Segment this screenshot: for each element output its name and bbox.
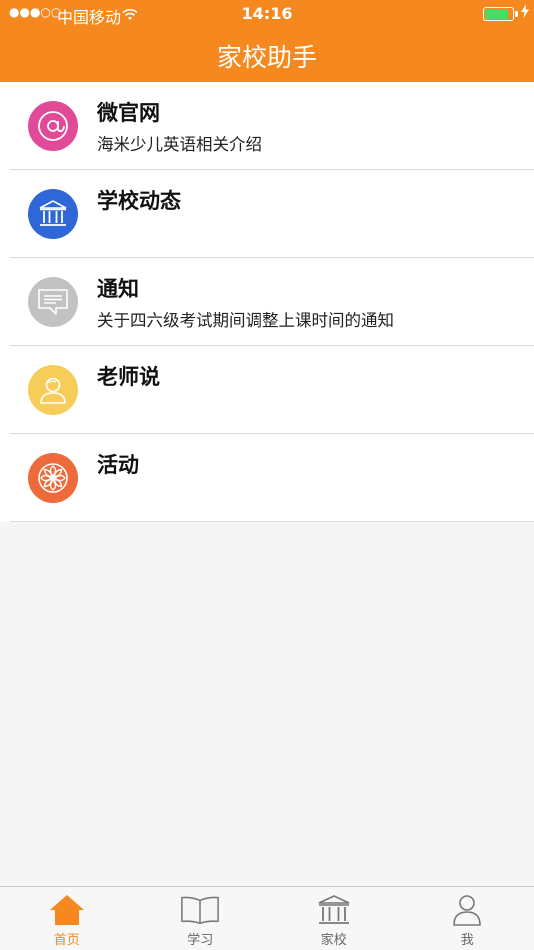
item-subtitle: 海米少儿英语相关介绍 bbox=[97, 135, 262, 154]
charging-icon bbox=[521, 4, 529, 22]
school-icon bbox=[314, 893, 354, 927]
item-title: 微官网 bbox=[97, 101, 160, 125]
status-time: 14:16 bbox=[241, 4, 293, 23]
list-item-school-news[interactable]: 学校动态 bbox=[0, 170, 534, 258]
item-title: 老师说 bbox=[97, 365, 160, 389]
app: ●●●○○ 中国移动 14:16 家校助手 微官网 海米少儿英语相关介绍 学校动… bbox=[0, 0, 534, 950]
item-title: 学校动态 bbox=[97, 189, 181, 213]
battery-icon bbox=[483, 7, 514, 21]
item-title: 活动 bbox=[97, 453, 139, 477]
divider bbox=[10, 521, 534, 522]
item-title: 通知 bbox=[97, 277, 139, 301]
book-icon bbox=[180, 893, 220, 927]
status-bar: ●●●○○ 中国移动 14:16 bbox=[0, 0, 534, 28]
at-sign-icon bbox=[28, 101, 78, 151]
orange-slice-icon bbox=[28, 453, 78, 503]
user-icon bbox=[447, 893, 487, 927]
item-subtitle: 关于四六级考试期间调整上课时间的通知 bbox=[97, 311, 394, 330]
tab-label: 家校 bbox=[320, 933, 347, 948]
list-item-activity[interactable]: 活动 bbox=[0, 434, 534, 522]
list-item-notice[interactable]: 通知 关于四六级考试期间调整上课时间的通知 bbox=[0, 258, 534, 346]
home-icon bbox=[47, 893, 87, 927]
tab-home[interactable]: 首页 bbox=[0, 887, 134, 950]
school-building-icon bbox=[28, 189, 78, 239]
tab-label: 我 bbox=[460, 933, 474, 948]
tab-label: 学习 bbox=[187, 933, 214, 948]
message-icon bbox=[28, 277, 78, 327]
page-title: 家校助手 bbox=[216, 43, 317, 72]
list-item-micro-site[interactable]: 微官网 海米少儿英语相关介绍 bbox=[0, 82, 534, 170]
module-list: 微官网 海米少儿英语相关介绍 学校动态 通知 关于四六级考试期间调整上课时间的通… bbox=[0, 82, 534, 522]
teacher-icon bbox=[28, 365, 78, 415]
tab-me[interactable]: 我 bbox=[401, 887, 534, 950]
tab-label: 首页 bbox=[53, 933, 80, 948]
list-item-teacher-says[interactable]: 老师说 bbox=[0, 346, 534, 434]
tab-bar: 首页 学习 家校 我 bbox=[0, 886, 534, 950]
battery-tip bbox=[515, 11, 518, 17]
header: ●●●○○ 中国移动 14:16 家校助手 bbox=[0, 0, 534, 82]
tab-study[interactable]: 学习 bbox=[134, 887, 268, 950]
tab-home-school[interactable]: 家校 bbox=[267, 887, 401, 950]
